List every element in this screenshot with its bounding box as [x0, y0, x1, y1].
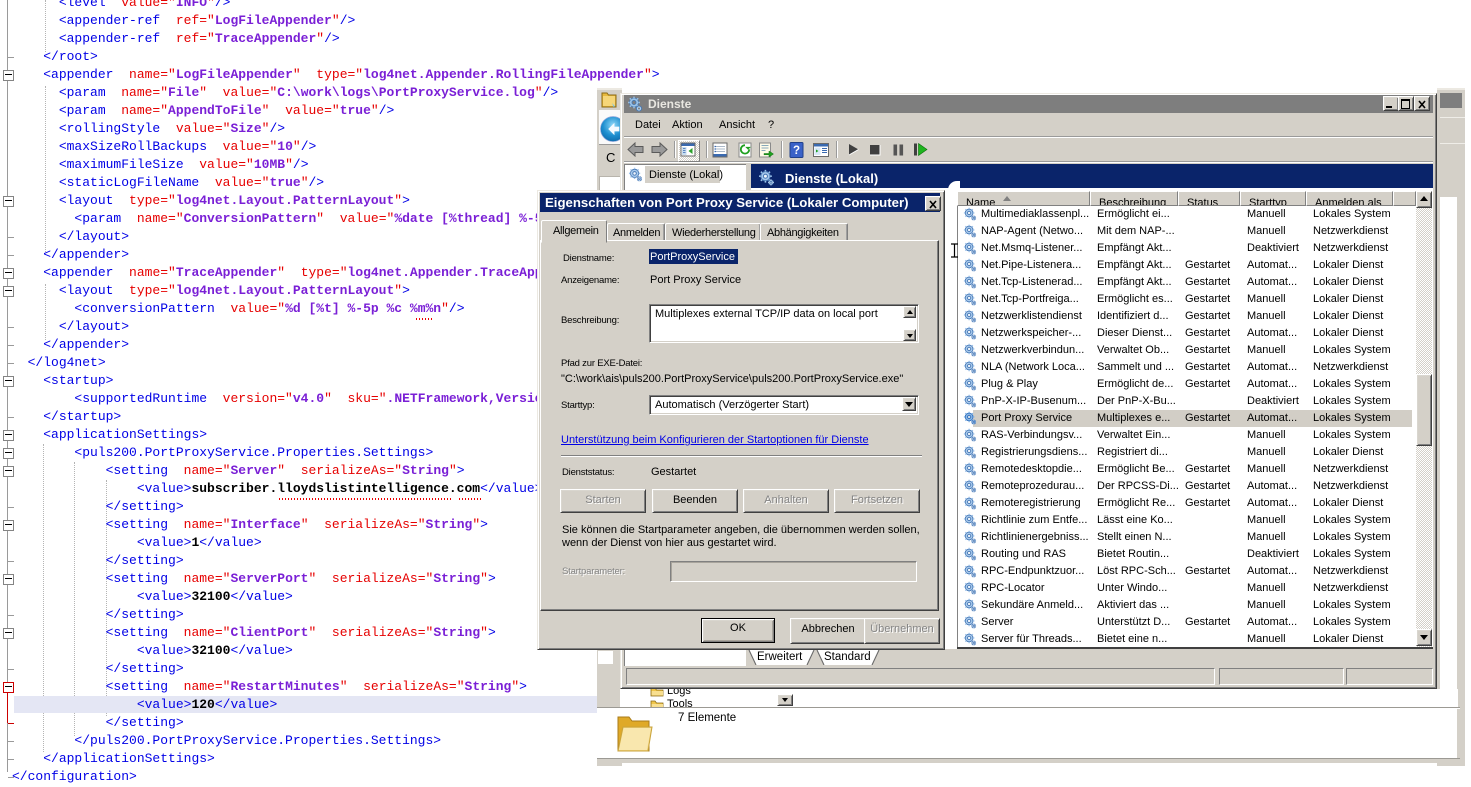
- svg-text:?: ?: [793, 145, 800, 157]
